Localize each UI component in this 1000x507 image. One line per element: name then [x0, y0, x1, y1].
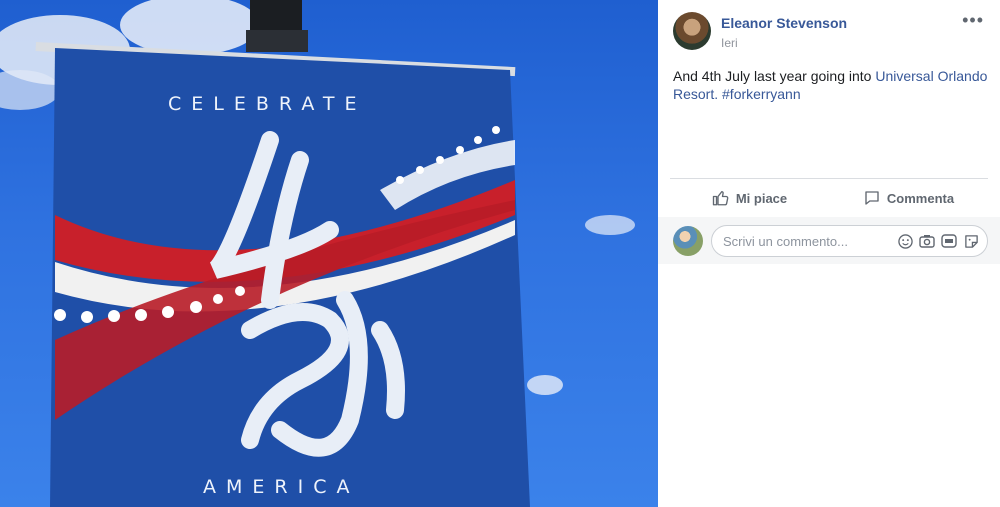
- post-timestamp[interactable]: Ieri: [721, 36, 847, 50]
- banner-bottom-text: AMERICA: [203, 476, 360, 498]
- post-panel: Eleanor Stevenson Ieri ••• And 4th July …: [658, 0, 1000, 507]
- comment-composer: Scrivi un commento...: [658, 217, 1000, 264]
- emoji-icon[interactable]: [897, 233, 913, 249]
- thumbs-up-icon: [712, 190, 729, 206]
- comment-button[interactable]: Commenta: [829, 179, 988, 217]
- author-name[interactable]: Eleanor Stevenson: [721, 15, 847, 31]
- author-avatar[interactable]: [673, 12, 711, 50]
- photo-illustration: [0, 0, 635, 507]
- post-text-body: And 4th July last year going into: [673, 68, 876, 84]
- post-text: And 4th July last year going into Univer…: [673, 67, 991, 103]
- gif-icon[interactable]: [941, 233, 957, 249]
- more-options-icon[interactable]: •••: [962, 10, 984, 31]
- sticker-icon[interactable]: [963, 233, 979, 249]
- like-button[interactable]: Mi piace: [670, 179, 829, 217]
- comment-icon: [865, 191, 879, 205]
- post-author: Eleanor Stevenson Ieri: [673, 12, 847, 50]
- banner-top-text: CELEBRATE: [168, 93, 367, 115]
- hashtag-link[interactable]: #forkerryann: [722, 86, 801, 102]
- comment-tools: [897, 233, 979, 249]
- comment-label: Commenta: [886, 190, 955, 206]
- like-label: Mi piace: [735, 190, 788, 206]
- post-photo[interactable]: CELEBRATE AMERICA: [0, 0, 658, 507]
- viewer-avatar: [673, 226, 703, 256]
- camera-icon[interactable]: [919, 233, 935, 249]
- post-actions: Mi piace Commenta: [670, 178, 988, 218]
- comment-input[interactable]: Scrivi un commento...: [711, 225, 988, 257]
- comment-placeholder: Scrivi un commento...: [723, 234, 848, 249]
